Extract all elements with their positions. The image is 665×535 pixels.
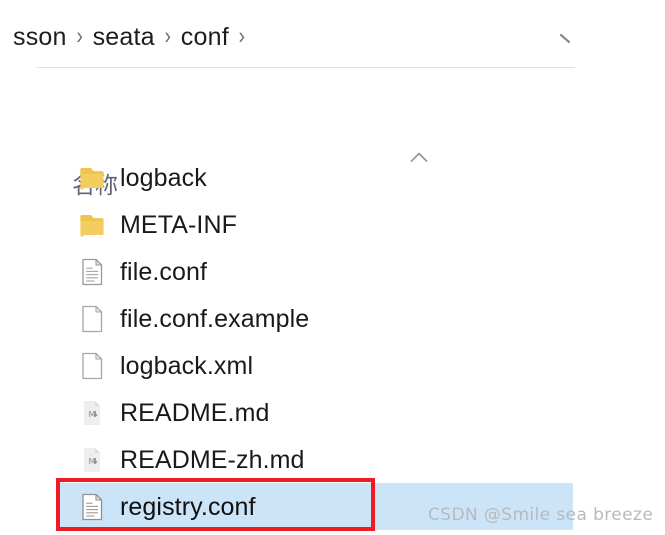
list-item-label: file.conf.example: [120, 305, 310, 333]
list-item-label: file.conf: [120, 258, 208, 286]
breadcrumb-item-2[interactable]: conf: [181, 23, 229, 52]
column-header-row[interactable]: 名称: [0, 72, 665, 199]
list-item-label: logback: [120, 164, 207, 192]
list-item-label: logback.xml: [120, 352, 254, 380]
markdown-file-icon: M: [76, 444, 108, 476]
address-bar: sson › seata › conf ›: [0, 0, 665, 68]
markdown-file-icon: M: [76, 397, 108, 429]
chevron-down-icon[interactable]: [558, 30, 574, 46]
breadcrumb-item-0[interactable]: sson: [13, 23, 67, 52]
breadcrumb-separator-0: ›: [76, 23, 83, 50]
folder-icon: [76, 162, 108, 194]
watermark-text: CSDN @Smile sea breeze: [428, 505, 654, 525]
list-item[interactable]: file.conf: [0, 249, 665, 296]
breadcrumb[interactable]: sson › seata › conf ›: [13, 20, 255, 54]
list-item[interactable]: META-INF: [0, 202, 665, 249]
blank-page-icon: [76, 303, 108, 335]
document-lines-icon: [76, 256, 108, 288]
breadcrumb-separator-2[interactable]: ›: [229, 23, 255, 51]
list-item-label: README-zh.md: [120, 446, 305, 474]
list-item[interactable]: logback.xml: [0, 343, 665, 390]
list-item[interactable]: file.conf.example: [0, 296, 665, 343]
list-item-label: README.md: [120, 399, 270, 427]
list-item[interactable]: M README.md: [0, 390, 665, 437]
breadcrumb-separator-1: ›: [164, 23, 171, 50]
header-divider: [36, 67, 575, 68]
breadcrumb-item-1[interactable]: seata: [93, 23, 155, 52]
file-list[interactable]: logback META-INF file.conf file.conf.exa…: [0, 155, 665, 531]
list-item-label: META-INF: [120, 211, 237, 239]
document-lines-icon: [76, 491, 108, 523]
folder-icon: [76, 209, 108, 241]
blank-page-icon: [76, 350, 108, 382]
list-item[interactable]: logback: [0, 155, 665, 202]
list-item[interactable]: M README-zh.md: [0, 437, 665, 484]
list-item-label: registry.conf: [120, 493, 256, 521]
